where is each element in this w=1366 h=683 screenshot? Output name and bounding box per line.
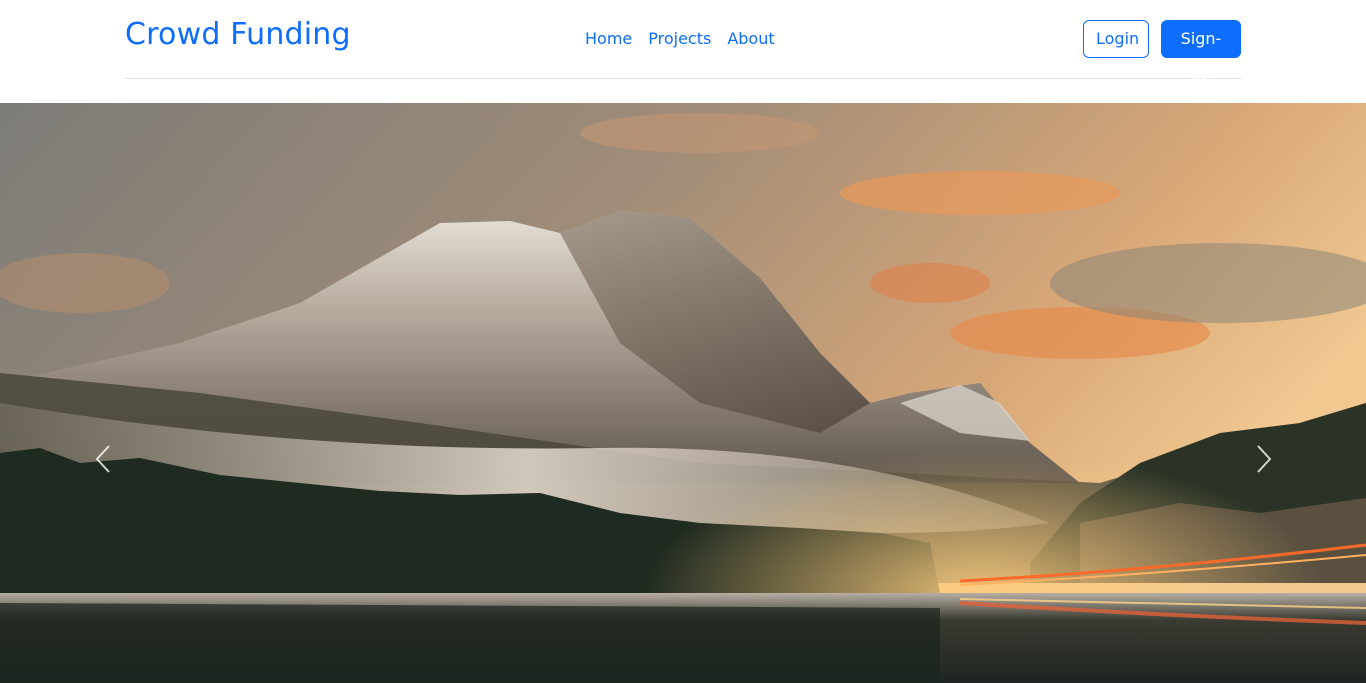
signup-button[interactable]: Sign-up <box>1161 20 1241 84</box>
navbar: Crowd Funding Home Projects About Login … <box>125 0 1241 84</box>
login-button[interactable]: Login <box>1083 20 1149 58</box>
nav-link-home[interactable]: Home <box>585 27 632 51</box>
carousel-next-button[interactable] <box>1161 103 1366 683</box>
nav-link-projects[interactable]: Projects <box>648 27 711 51</box>
hero-carousel <box>0 103 1366 683</box>
nav-link-about[interactable]: About <box>727 27 774 51</box>
nav-links: Home Projects About <box>585 27 791 51</box>
carousel-prev-button[interactable] <box>0 103 205 683</box>
chevron-left-icon <box>95 445 110 473</box>
brand-logo[interactable]: Crowd Funding <box>125 15 351 55</box>
chevron-right-icon <box>1256 445 1271 473</box>
